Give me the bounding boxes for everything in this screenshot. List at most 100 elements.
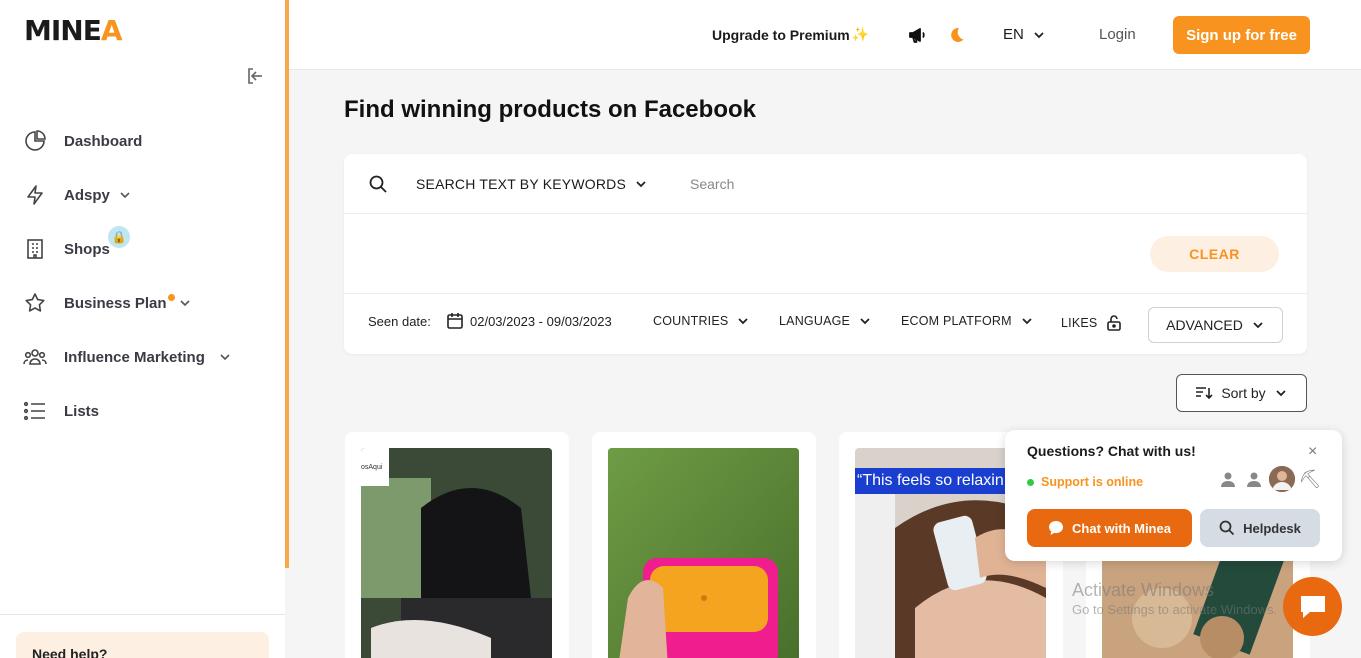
lock-icon: 🔒 [108, 226, 130, 248]
advanced-label: ADVANCED [1166, 317, 1243, 333]
countries-label: COUNTRIES [653, 314, 729, 328]
signup-button[interactable]: Sign up for free [1173, 16, 1310, 54]
sidebar-item-label: Influence Marketing [64, 348, 205, 366]
filter-row: Seen date: 02/03/2023 - 09/03/2023 COUNT… [344, 293, 1307, 354]
sparkle-icon: ✨ [851, 26, 870, 42]
support-agents: ⛏ [1217, 466, 1321, 492]
power-bank-image [608, 448, 799, 658]
chat-with-minea-button[interactable]: Chat with Minea [1027, 509, 1192, 547]
logo-accent-text: A [100, 14, 123, 47]
sidebar: MINEA Dashboard Adspy Shops 🔒 Business P… [0, 0, 285, 658]
pie-chart-icon [22, 128, 48, 154]
sidebar-item-shops[interactable]: Shops 🔒 [22, 222, 232, 276]
sidebar-item-adspy[interactable]: Adspy [22, 168, 232, 222]
date-range-value: 02/03/2023 - 09/03/2023 [470, 313, 612, 329]
agent-avatar-icon [1243, 468, 1265, 490]
notification-dot [167, 293, 175, 301]
sidebar-item-influence-marketing[interactable]: Influence Marketing [22, 330, 232, 384]
chevron-down-icon [1253, 322, 1263, 329]
need-help-text: Need help? [32, 646, 108, 658]
chat-launcher-button[interactable] [1283, 577, 1342, 636]
chevron-down-icon [1276, 390, 1286, 397]
ad-card[interactable]: osAqui [345, 432, 569, 658]
sidebar-nav: Dashboard Adspy Shops 🔒 Business Plan In… [22, 114, 232, 438]
sort-icon [1196, 387, 1213, 400]
sort-by-label: Sort by [1221, 385, 1266, 401]
likes-filter[interactable]: LIKES [1061, 314, 1123, 332]
list-icon [22, 398, 48, 424]
logo-text: MINE [24, 14, 102, 47]
sidebar-item-lists[interactable]: Lists [22, 384, 232, 438]
login-link[interactable]: Login [1099, 26, 1136, 43]
building-icon [22, 236, 48, 262]
language-filter[interactable]: LANGUAGE [779, 314, 872, 328]
sidebar-item-business-plan[interactable]: Business Plan [22, 276, 232, 330]
sidebar-item-label: Shops [64, 240, 110, 258]
page-title: Find winning products on Facebook [344, 96, 756, 123]
seen-date-label: Seen date: [368, 314, 431, 329]
megaphone-icon[interactable] [907, 25, 927, 45]
search-mode-label: SEARCH TEXT BY KEYWORDS [416, 176, 626, 192]
chevron-down-icon [179, 300, 190, 307]
upgrade-to-premium-link[interactable]: Upgrade to Premium ✨ [712, 26, 869, 43]
unlock-icon [1107, 315, 1122, 331]
chat-bubble-icon [1300, 595, 1325, 618]
upgrade-label: Upgrade to Premium [712, 26, 850, 43]
helpdesk-label: Helpdesk [1243, 520, 1301, 536]
countries-filter[interactable]: COUNTRIES [653, 314, 750, 328]
advanced-filters-button[interactable]: ADVANCED [1148, 307, 1283, 343]
collapse-sidebar-icon[interactable] [245, 66, 265, 86]
agent-photo-avatar [1269, 466, 1295, 492]
sidebar-item-label: Adspy [64, 186, 110, 204]
lightning-icon [22, 182, 48, 208]
chevron-down-icon [120, 192, 130, 199]
users-icon [22, 344, 48, 370]
ad-thumbnail[interactable] [608, 448, 799, 658]
sidebar-item-label: Lists [64, 402, 100, 420]
chat-title: Questions? Chat with us! [1027, 443, 1196, 459]
top-header: Upgrade to Premium ✨ EN Login Sign up fo… [289, 0, 1361, 70]
thumbnail-caption: osAqui [361, 448, 389, 486]
search-panel: SEARCH TEXT BY KEYWORDS CLEAR Seen date:… [344, 154, 1307, 354]
ad-card[interactable] [592, 432, 816, 658]
sidebar-item-label: Business Plan [64, 294, 167, 312]
pickaxe-icon: ⛏ [1298, 468, 1322, 489]
search-icon [1219, 520, 1235, 536]
helpdesk-button[interactable]: Helpdesk [1200, 509, 1320, 547]
moon-icon[interactable] [946, 25, 966, 45]
search-mode-dropdown[interactable]: SEARCH TEXT BY KEYWORDS [416, 176, 648, 192]
online-dot [1027, 478, 1034, 486]
need-help-card[interactable]: Need help? [16, 632, 269, 658]
search-icon [369, 175, 387, 193]
close-icon[interactable]: × [1308, 443, 1317, 461]
ad-thumbnail[interactable]: osAqui [361, 448, 552, 658]
chevron-down-icon [1034, 31, 1044, 38]
ecom-platform-filter[interactable]: ECOM PLATFORM [901, 314, 1034, 328]
chevron-down-icon [738, 318, 749, 325]
car-seat-image [361, 448, 552, 658]
language-selector[interactable]: EN [1003, 26, 1046, 43]
support-status-text: Support is online [1041, 475, 1144, 489]
date-range-picker[interactable]: 02/03/2023 - 09/03/2023 [446, 312, 612, 330]
clear-button[interactable]: CLEAR [1150, 236, 1279, 272]
calendar-icon [447, 313, 463, 329]
chat-widget: Questions? Chat with us! × Support is on… [1005, 430, 1342, 561]
star-icon [22, 290, 48, 316]
chat-button-label: Chat with Minea [1072, 520, 1171, 536]
support-status: Support is online [1027, 475, 1143, 489]
sidebar-item-label: Dashboard [64, 132, 143, 150]
sidebar-scrollbar[interactable] [285, 0, 289, 568]
chat-bubble-icon [1049, 521, 1064, 535]
language-filter-label: LANGUAGE [779, 314, 851, 328]
chevron-down-icon [220, 354, 230, 361]
search-input[interactable] [690, 168, 1280, 200]
chevron-down-icon [1022, 318, 1032, 325]
minea-logo[interactable]: MINEA [24, 14, 123, 47]
sort-by-button[interactable]: Sort by [1176, 374, 1307, 412]
likes-label: LIKES [1061, 316, 1098, 330]
chevron-down-icon [860, 318, 870, 325]
search-row: SEARCH TEXT BY KEYWORDS [344, 154, 1307, 214]
ecom-platform-label: ECOM PLATFORM [901, 314, 1012, 328]
sidebar-item-dashboard[interactable]: Dashboard [22, 114, 232, 168]
chevron-down-icon [636, 181, 646, 188]
